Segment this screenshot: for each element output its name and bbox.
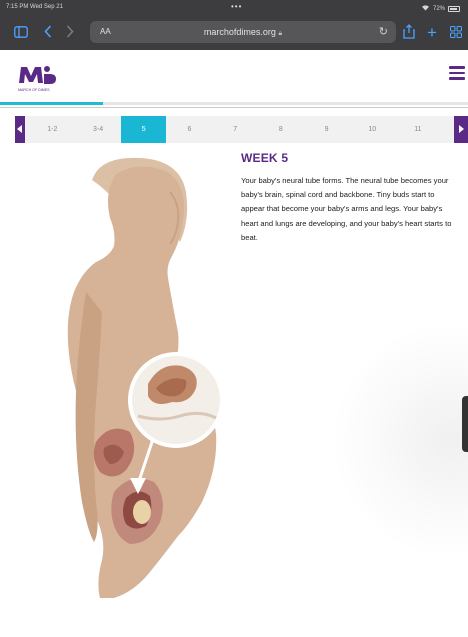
- week-tab-9[interactable]: 9: [304, 116, 349, 143]
- progress-track: [0, 102, 468, 105]
- share-icon[interactable]: [403, 24, 415, 41]
- week-description: Your baby's neural tube forms. The neura…: [241, 176, 452, 242]
- week-tab-3-4[interactable]: 3-4: [76, 116, 121, 143]
- week-title: WEEK 5: [241, 151, 289, 165]
- progress-fill: [0, 102, 103, 105]
- hamburger-menu-icon[interactable]: [449, 66, 465, 80]
- url-text-wrap: marchofdimes.org 🔒︎: [90, 27, 396, 38]
- week-tab-7[interactable]: 7: [213, 116, 258, 143]
- week-tab-10[interactable]: 10: [350, 116, 395, 143]
- prev-week-arrow-icon[interactable]: [15, 116, 25, 143]
- status-bar: 7:15 PM Wed Sep 21 ••• 72%: [0, 0, 468, 16]
- forward-icon[interactable]: [66, 25, 74, 40]
- menu-bar: [449, 77, 465, 80]
- plus-icon[interactable]: +: [427, 24, 437, 41]
- status-time: 7:15 PM Wed Sep 21: [6, 4, 63, 10]
- url-text: marchofdimes.org: [203, 27, 276, 37]
- menu-bar: [449, 71, 465, 74]
- march-of-dimes-logo[interactable]: MARCH OF DIMES: [17, 63, 59, 98]
- tabs-grid-icon[interactable]: [450, 26, 462, 40]
- site-header: [0, 50, 468, 102]
- menu-bar: [449, 66, 465, 69]
- side-drawer-handle[interactable]: [462, 396, 468, 452]
- multitasking-dots-icon[interactable]: •••: [231, 2, 242, 11]
- svg-text:MARCH OF DIMES: MARCH OF DIMES: [18, 88, 50, 92]
- divider: [0, 107, 468, 108]
- side-shadow: [330, 320, 468, 560]
- back-icon[interactable]: [44, 25, 52, 40]
- battery-percent: 72%: [432, 5, 445, 12]
- week-tab-8[interactable]: 8: [259, 116, 304, 143]
- sidebar-icon[interactable]: [14, 26, 28, 40]
- week-tab-11[interactable]: 11: [396, 116, 441, 143]
- page: { "status_bar": { "time": "7:15 PM Wed S…: [0, 0, 468, 637]
- pregnancy-illustration: [30, 152, 240, 607]
- week-tab-1-2[interactable]: 1-2: [30, 116, 75, 143]
- week-selector: 1-2 3-4 5 6 7 8 9 10 11: [15, 116, 468, 143]
- status-indicators: 72%: [421, 4, 460, 13]
- lock-icon: 🔒︎: [278, 30, 283, 37]
- address-bar[interactable]: AA marchofdimes.org 🔒︎ ↻: [90, 21, 396, 43]
- next-week-arrow-icon[interactable]: [454, 116, 468, 143]
- battery-icon: [448, 5, 460, 12]
- week-tab-6[interactable]: 6: [167, 116, 212, 143]
- week-tab-5[interactable]: 5: [121, 116, 167, 143]
- browser-toolbar: AA marchofdimes.org 🔒︎ ↻ +: [0, 16, 468, 50]
- reload-icon[interactable]: ↻: [379, 25, 388, 38]
- wifi-icon: [421, 4, 430, 13]
